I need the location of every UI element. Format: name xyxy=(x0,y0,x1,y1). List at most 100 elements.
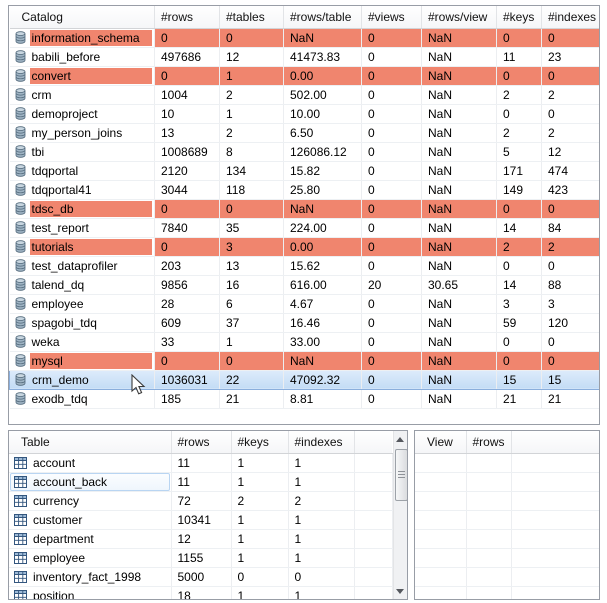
cell-rows: 1008689 xyxy=(155,142,220,161)
cell-tables: 35 xyxy=(220,218,284,237)
column-header-indexes[interactable]: #indexes xyxy=(288,431,354,453)
cell-indexes: 0 xyxy=(288,567,354,586)
cell-views: 0 xyxy=(362,28,422,47)
view-empty-row xyxy=(415,586,599,600)
database-icon xyxy=(15,88,26,101)
catalog-row[interactable]: talend_dq 9856 16 616.00 20 30.65 14 88 xyxy=(10,275,600,294)
column-header-rows-table[interactable]: #rows/table xyxy=(284,6,362,28)
table-row[interactable]: currency 72 2 2 xyxy=(9,491,392,510)
table-row[interactable]: position 18 1 1 xyxy=(9,586,392,600)
database-icon xyxy=(15,69,26,82)
database-icon xyxy=(15,373,26,386)
cell-views: 0 xyxy=(362,351,422,370)
cell-rows: 1036031 xyxy=(155,370,220,389)
table-grid-icon xyxy=(14,533,27,545)
cell-views: 20 xyxy=(362,275,422,294)
catalog-name: tdqportal xyxy=(30,163,153,179)
column-header-rows[interactable]: #rows xyxy=(155,6,220,28)
column-header-rows-view[interactable]: #rows/view xyxy=(422,6,497,28)
cell-rows: 0 xyxy=(155,66,220,85)
scroll-up-button[interactable] xyxy=(394,431,408,447)
catalog-row[interactable]: tbi 1008689 8 126086.12 0 NaN 5 12 xyxy=(10,142,600,161)
cell-indexes: 3 xyxy=(542,294,600,313)
column-header-table[interactable]: Table xyxy=(9,431,171,453)
cell-keys: 0 xyxy=(231,567,288,586)
catalog-row[interactable]: crm 1004 2 502.00 0 NaN 2 2 xyxy=(10,85,600,104)
table-grid-icon xyxy=(14,514,27,526)
cell-keys: 2 xyxy=(231,491,288,510)
cell-indexes: 1 xyxy=(288,548,354,567)
tables-scrollbar[interactable] xyxy=(393,431,408,599)
column-header-view[interactable]: View xyxy=(415,431,466,453)
cell-tables: 13 xyxy=(220,256,284,275)
catalog-name: demoproject xyxy=(30,106,153,122)
catalog-row[interactable]: test_report 7840 35 224.00 0 NaN 14 84 xyxy=(10,218,600,237)
cell-indexes: 1 xyxy=(288,472,354,491)
table-row[interactable]: employee 1155 1 1 xyxy=(9,548,392,567)
cell-tables: 21 xyxy=(220,389,284,408)
column-header-catalog[interactable]: Catalog xyxy=(10,6,155,28)
cell-tables: 134 xyxy=(220,161,284,180)
cell-indexes: 0 xyxy=(542,351,600,370)
cell-keys: 0 xyxy=(497,28,542,47)
cell-views: 0 xyxy=(362,389,422,408)
cell-indexes: 0 xyxy=(542,104,600,123)
column-header-indexes[interactable]: #indexes xyxy=(542,6,600,28)
cell-rows: 33 xyxy=(155,332,220,351)
cell-keys: 1 xyxy=(231,510,288,529)
table-name: account_back xyxy=(31,474,169,490)
column-header-views[interactable]: #views xyxy=(362,6,422,28)
catalog-row[interactable]: tdsc_db 0 0 NaN 0 NaN 0 0 xyxy=(10,199,600,218)
column-header-keys[interactable]: #keys xyxy=(231,431,288,453)
catalog-row[interactable]: demoproject 10 1 10.00 0 NaN 0 0 xyxy=(10,104,600,123)
catalog-row[interactable]: test_dataprofiler 203 13 15.62 0 NaN 0 0 xyxy=(10,256,600,275)
view-empty-row xyxy=(415,510,599,529)
table-row[interactable]: inventory_fact_1998 5000 0 0 xyxy=(9,567,392,586)
cell-indexes: 23 xyxy=(542,47,600,66)
table-row[interactable]: account 11 1 1 xyxy=(9,453,392,472)
catalog-row[interactable]: convert 0 1 0.00 0 NaN 0 0 xyxy=(10,66,600,85)
scrollbar-thumb[interactable] xyxy=(395,449,408,501)
catalog-overview-page: Catalog #rows #tables #rows/table #views… xyxy=(0,0,607,603)
triangle-down-icon xyxy=(396,589,404,594)
catalog-row[interactable]: mysql 0 0 NaN 0 NaN 0 0 xyxy=(10,351,600,370)
catalog-row[interactable]: employee 28 6 4.67 0 NaN 3 3 xyxy=(10,294,600,313)
scroll-down-button[interactable] xyxy=(394,583,408,599)
column-header-rows[interactable]: #rows xyxy=(171,431,231,453)
catalog-row[interactable]: spagobi_tdq 609 37 16.46 0 NaN 59 120 xyxy=(10,313,600,332)
cell-rows-per-view: NaN xyxy=(422,28,497,47)
catalog-row[interactable]: babili_before 497686 12 41473.83 0 NaN 1… xyxy=(10,47,600,66)
column-header-keys[interactable]: #keys xyxy=(497,6,542,28)
cell-keys: 1 xyxy=(231,453,288,472)
cell-views: 0 xyxy=(362,180,422,199)
table-row[interactable]: department 12 1 1 xyxy=(9,529,392,548)
cell-rows-per-view: NaN xyxy=(422,180,497,199)
view-empty-row xyxy=(415,453,599,472)
cell-rows: 72 xyxy=(171,491,231,510)
cell-rows-per-view: NaN xyxy=(422,218,497,237)
catalog-row[interactable]: exodb_tdq 185 21 8.81 0 NaN 21 21 xyxy=(10,389,600,408)
database-icon xyxy=(15,107,26,120)
catalog-row[interactable]: weka 33 1 33.00 0 NaN 0 0 xyxy=(10,332,600,351)
catalog-row[interactable]: tdqportal41 3044 118 25.80 0 NaN 149 423 xyxy=(10,180,600,199)
catalog-row[interactable]: my_person_joins 13 2 6.50 0 NaN 2 2 xyxy=(10,123,600,142)
cell-rows: 11 xyxy=(171,453,231,472)
catalog-row[interactable]: crm_demo 1036031 22 47092.32 0 NaN 15 15 xyxy=(10,370,600,389)
column-header-rows[interactable]: #rows xyxy=(466,431,511,453)
cell-views: 0 xyxy=(362,199,422,218)
cell-rows: 2120 xyxy=(155,161,220,180)
catalog-row[interactable]: information_schema 0 0 NaN 0 NaN 0 0 xyxy=(10,28,600,47)
catalog-row[interactable]: tutorials 0 3 0.00 0 NaN 2 2 xyxy=(10,237,600,256)
cell-tables: 6 xyxy=(220,294,284,313)
column-header-tables[interactable]: #tables xyxy=(220,6,284,28)
cell-tables: 22 xyxy=(220,370,284,389)
catalog-row[interactable]: tdqportal 2120 134 15.82 0 NaN 171 474 xyxy=(10,161,600,180)
cell-tables: 2 xyxy=(220,85,284,104)
table-grid-icon xyxy=(14,476,27,488)
cell-rows-per-table: 502.00 xyxy=(284,85,362,104)
table-row[interactable]: account_back 11 1 1 xyxy=(9,472,392,491)
scrollbar-track[interactable] xyxy=(394,447,408,583)
cell-rows-per-table: 10.00 xyxy=(284,104,362,123)
cell-rows-per-view: NaN xyxy=(422,332,497,351)
table-row[interactable]: customer 10341 1 1 xyxy=(9,510,392,529)
